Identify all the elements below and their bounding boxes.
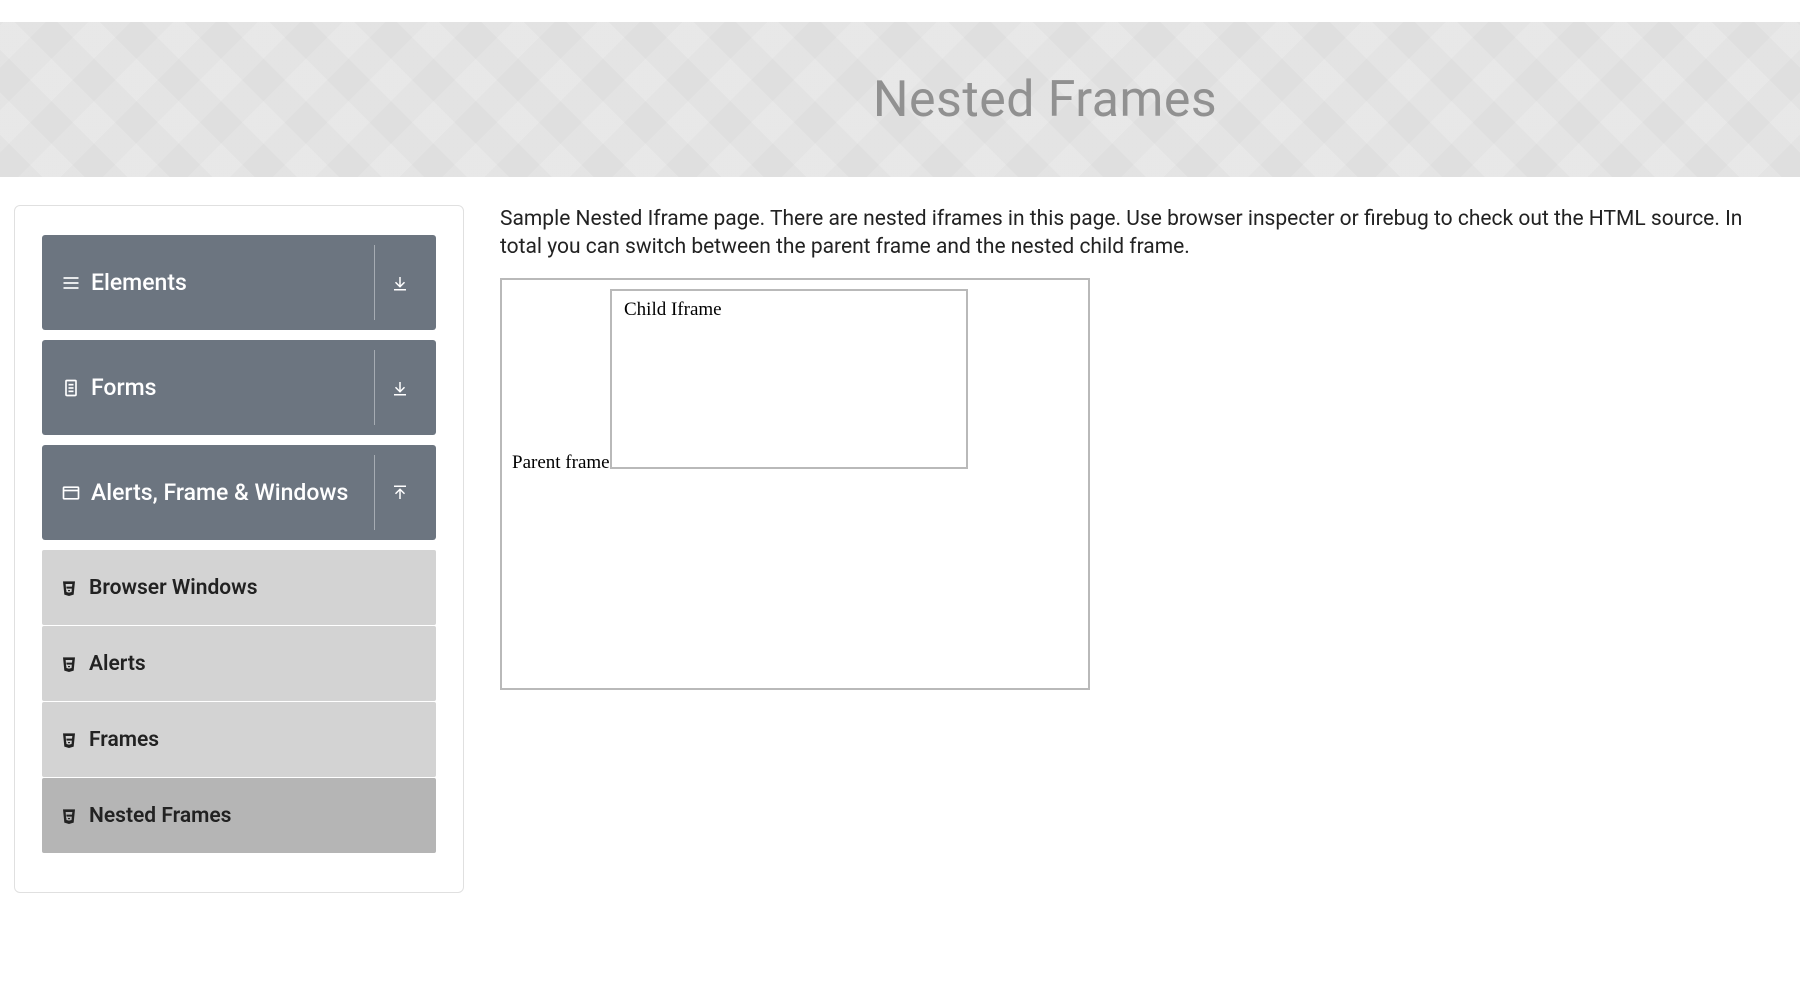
accordion-forms[interactable]: Forms	[42, 340, 436, 435]
html5-icon	[61, 655, 77, 673]
submenu-label: Alerts	[89, 652, 146, 676]
html5-icon	[61, 731, 77, 749]
accordion-elements[interactable]: Elements	[42, 235, 436, 330]
menu-icon	[61, 273, 81, 293]
collapse-toggle-alerts[interactable]	[374, 455, 424, 530]
accordion-header-left: Forms	[42, 374, 374, 401]
arrow-down-icon	[391, 379, 409, 397]
child-frame-text: Child Iframe	[624, 299, 722, 320]
child-iframe: Child Iframe	[610, 289, 968, 469]
sidebar: Elements	[14, 205, 464, 893]
submenu-item-frames[interactable]: Frames	[42, 702, 436, 777]
window-icon	[61, 483, 81, 503]
accordion-label-forms: Forms	[91, 374, 157, 401]
accordion-header-left: Elements	[42, 269, 374, 296]
arrow-up-icon	[391, 484, 409, 502]
page-title: Nested Frames	[873, 71, 1217, 129]
expand-toggle-forms[interactable]	[374, 350, 424, 425]
page-description: Sample Nested Iframe page. There are nes…	[500, 205, 1766, 262]
html5-icon	[61, 579, 77, 597]
accordion-label-alerts: Alerts, Frame & Windows	[91, 479, 348, 506]
content-wrapper: Elements	[0, 177, 1800, 893]
submenu-item-nested-frames[interactable]: Nested Frames	[42, 778, 436, 853]
accordion-label-elements: Elements	[91, 269, 187, 296]
expand-toggle-elements[interactable]	[374, 245, 424, 320]
submenu-item-alerts[interactable]: Alerts	[42, 626, 436, 701]
submenu-label: Frames	[89, 728, 159, 752]
html5-icon	[61, 807, 77, 825]
page-banner: Nested Frames	[0, 22, 1800, 177]
submenu-label: Browser Windows	[89, 576, 258, 600]
accordion-alerts-frame-windows[interactable]: Alerts, Frame & Windows	[42, 445, 436, 540]
main-content: Sample Nested Iframe page. There are nes…	[500, 205, 1786, 893]
submenu-label: Nested Frames	[89, 804, 231, 828]
accordion-header-left: Alerts, Frame & Windows	[42, 479, 374, 506]
parent-frame-text: Parent frame	[512, 452, 610, 474]
parent-iframe: Parent frame Child Iframe	[500, 278, 1090, 690]
submenu-item-browser-windows[interactable]: Browser Windows	[42, 550, 436, 625]
submenu-alerts-frame-windows: Browser Windows Alerts Frames	[42, 550, 436, 853]
arrow-down-icon	[391, 274, 409, 292]
clipboard-icon	[61, 378, 81, 398]
